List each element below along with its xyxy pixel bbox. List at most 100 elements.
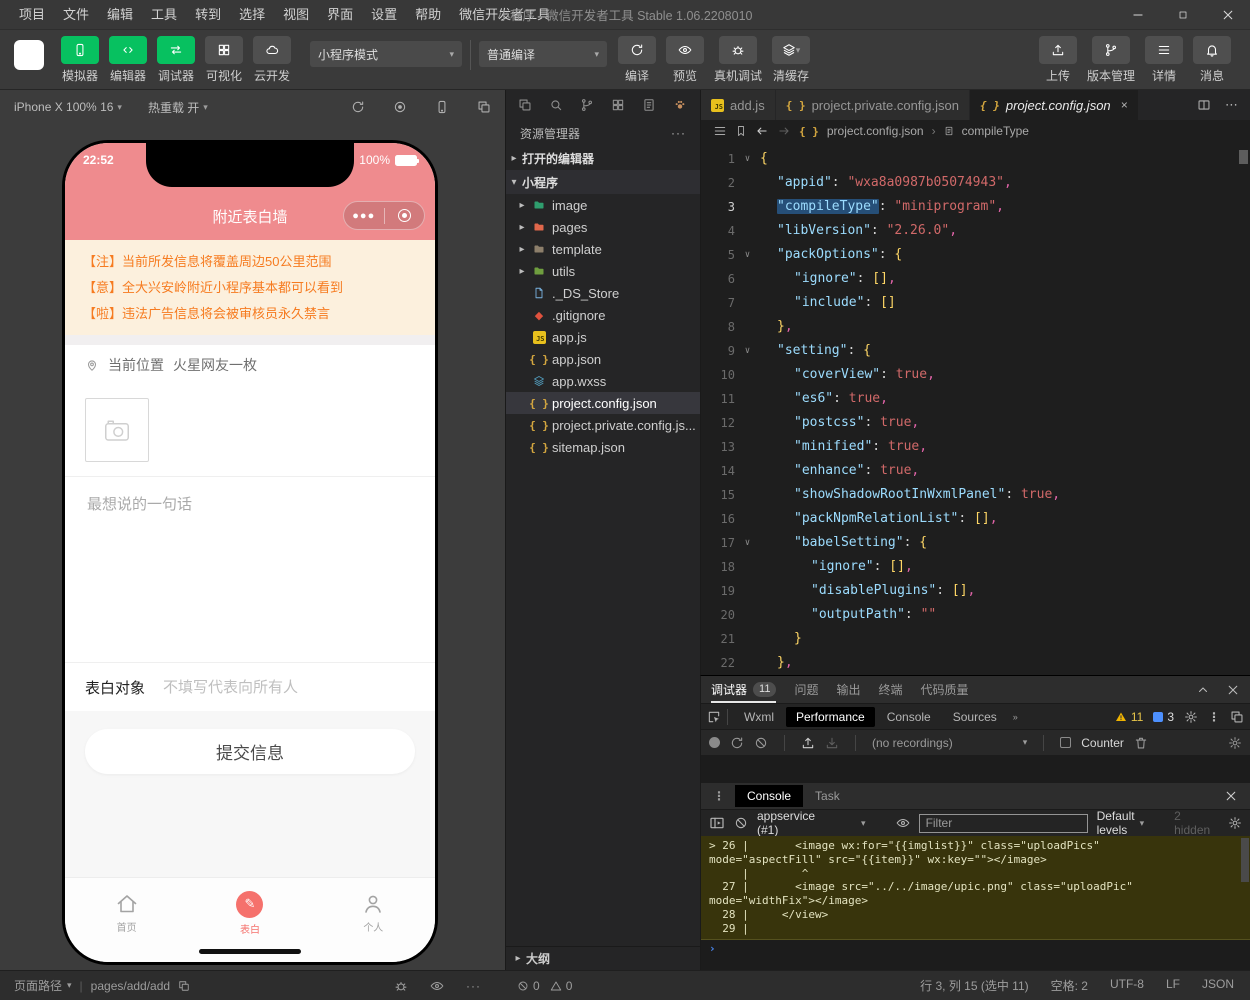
devtools-tab-Wxml[interactable]: Wxml: [734, 707, 784, 727]
panel-tab-代码质量[interactable]: 代码质量: [920, 676, 968, 703]
code-line-14[interactable]: 14"enhance": true,: [701, 459, 1250, 483]
reload-icon[interactable]: [730, 736, 744, 750]
menu-item[interactable]: 选择: [230, 0, 274, 30]
phone-icon[interactable]: [435, 100, 449, 114]
console-scrollbar[interactable]: [1241, 838, 1249, 882]
target-input[interactable]: [161, 678, 415, 697]
fold-chevron-icon[interactable]: ∨: [739, 147, 756, 171]
gear-icon[interactable]: [1228, 816, 1242, 830]
console-tab-Task[interactable]: Task: [803, 785, 852, 807]
console-tab-Console[interactable]: Console: [735, 785, 803, 807]
maximize-button[interactable]: [1160, 0, 1205, 30]
menu-item[interactable]: 转到: [186, 0, 230, 30]
menu-item[interactable]: 帮助: [406, 0, 450, 30]
tree-item-app.js[interactable]: JSapp.js: [506, 326, 700, 348]
code-editor[interactable]: 1∨{2"appid": "wxa8a0987b05074943",3"comp…: [701, 142, 1250, 675]
record-button[interactable]: [709, 737, 720, 748]
phone-chip[interactable]: [61, 36, 99, 64]
menu-item[interactable]: 文件: [54, 0, 98, 30]
code-line-16[interactable]: 16"packNpmRelationList": [],: [701, 507, 1250, 531]
message-textarea[interactable]: [85, 491, 415, 648]
tabbar-item-表白[interactable]: ✎表白: [188, 878, 311, 948]
detach-window-icon[interactable]: [477, 100, 491, 114]
clear-icon[interactable]: [754, 736, 768, 750]
grid-chip[interactable]: [205, 36, 243, 64]
toolbar-button-编辑器[interactable]: 编辑器: [109, 36, 147, 84]
language-mode[interactable]: JSON: [1202, 977, 1234, 994]
devtools-tab-Console[interactable]: Console: [877, 707, 941, 727]
close-drawer-icon[interactable]: [1224, 789, 1238, 803]
close-miniprogram-icon[interactable]: [385, 209, 425, 222]
load-profile-icon[interactable]: [801, 736, 815, 750]
toolbar-button-模拟器[interactable]: 模拟器: [61, 36, 99, 84]
report-icon[interactable]: [642, 98, 656, 112]
save-profile-icon[interactable]: [825, 736, 839, 750]
toolbar-button-消息[interactable]: 消息: [1193, 36, 1231, 84]
gear-icon[interactable]: [1228, 736, 1242, 750]
search-icon[interactable]: [549, 98, 563, 112]
indent-setting[interactable]: 空格: 2: [1051, 977, 1088, 994]
code-line-1[interactable]: 1∨{: [701, 147, 1250, 171]
code-line-19[interactable]: 19"disablePlugins": [],: [701, 579, 1250, 603]
code-line-9[interactable]: 9∨"setting": {: [701, 339, 1250, 363]
branch-chip[interactable]: [1092, 36, 1130, 64]
hidden-count[interactable]: 2 hidden: [1174, 809, 1210, 837]
device-select[interactable]: iPhone X 100% 16▾: [14, 100, 122, 114]
panel-tab-输出[interactable]: 输出: [836, 676, 860, 703]
gear-icon[interactable]: [1184, 710, 1198, 724]
bug-chip[interactable]: [719, 36, 757, 64]
tree-item-pages[interactable]: ▸pages: [506, 216, 700, 238]
kebab-menu-icon[interactable]: ⋮: [1208, 710, 1220, 724]
toolbar-button-详情[interactable]: 详情: [1145, 36, 1183, 84]
code-line-3[interactable]: 3"compileType": "miniprogram",: [701, 195, 1250, 219]
code-line-11[interactable]: 11"es6": true,: [701, 387, 1250, 411]
files-icon[interactable]: [518, 98, 532, 112]
code-chip[interactable]: [109, 36, 147, 64]
tree-item-.gitignore[interactable]: ◆.gitignore: [506, 304, 700, 326]
trash-icon[interactable]: [1134, 736, 1148, 750]
console-prompt[interactable]: ›: [701, 940, 1250, 958]
submit-button[interactable]: 提交信息: [85, 729, 415, 774]
breadcrumb-file[interactable]: project.config.json: [827, 124, 924, 138]
inspect-element-icon[interactable]: [707, 710, 721, 724]
outline-section[interactable]: ▸ 大纲: [506, 946, 700, 970]
tree-section-打开的编辑器[interactable]: ▸打开的编辑器: [506, 146, 700, 170]
bookmark-icon[interactable]: [735, 125, 747, 137]
hot-reload-toggle[interactable]: 热重载 开▾: [148, 99, 208, 116]
more-tabs-icon[interactable]: »: [1013, 712, 1018, 722]
tabbar-item-首页[interactable]: 首页: [65, 878, 188, 948]
mode-select[interactable]: 小程序模式 ▾: [310, 41, 462, 67]
nav-back-icon[interactable]: [755, 124, 769, 138]
levels-select[interactable]: Default levels ▾: [1097, 809, 1145, 837]
panel-tab-终端[interactable]: 终端: [878, 676, 902, 703]
outline-list-icon[interactable]: [713, 124, 727, 138]
code-line-22[interactable]: 22},: [701, 651, 1250, 675]
code-line-7[interactable]: 7"include": []: [701, 291, 1250, 315]
toolbar-button-上传[interactable]: 上传: [1039, 36, 1077, 84]
toolbar-button-编译[interactable]: 编译: [618, 36, 656, 84]
tree-item-template[interactable]: ▸template: [506, 238, 700, 260]
popout-icon[interactable]: [1230, 710, 1244, 724]
copy-icon[interactable]: [178, 980, 190, 992]
swap-chip[interactable]: [157, 36, 195, 64]
devtools-tab-Performance[interactable]: Performance: [786, 707, 875, 727]
filter-input[interactable]: [919, 814, 1088, 833]
location-row[interactable]: 当前位置 火星网友一枚: [65, 345, 435, 384]
close-tab-icon[interactable]: ×: [1121, 98, 1128, 112]
more-actions-icon[interactable]: ⋯: [1225, 97, 1238, 113]
menu-item[interactable]: 界面: [318, 0, 362, 30]
code-line-21[interactable]: 21}: [701, 627, 1250, 651]
grid-icon[interactable]: [611, 98, 625, 112]
minimize-button[interactable]: [1115, 0, 1160, 30]
menu-item[interactable]: 工具: [142, 0, 186, 30]
tree-item-sitemap.json[interactable]: { }sitemap.json: [506, 436, 700, 458]
warning-icon[interactable]: [1115, 711, 1127, 723]
tree-section-小程序[interactable]: ▾小程序: [506, 170, 700, 194]
tree-item-app.json[interactable]: { }app.json: [506, 348, 700, 370]
code-line-20[interactable]: 20"outputPath": "": [701, 603, 1250, 627]
breadcrumb-symbol[interactable]: compileType: [962, 124, 1029, 138]
editor-tab-project.private.config.json[interactable]: { }project.private.config.json: [776, 90, 970, 120]
code-line-2[interactable]: 2"appid": "wxa8a0987b05074943",: [701, 171, 1250, 195]
code-line-12[interactable]: 12"postcss": true,: [701, 411, 1250, 435]
collapse-icon[interactable]: [1196, 683, 1210, 697]
